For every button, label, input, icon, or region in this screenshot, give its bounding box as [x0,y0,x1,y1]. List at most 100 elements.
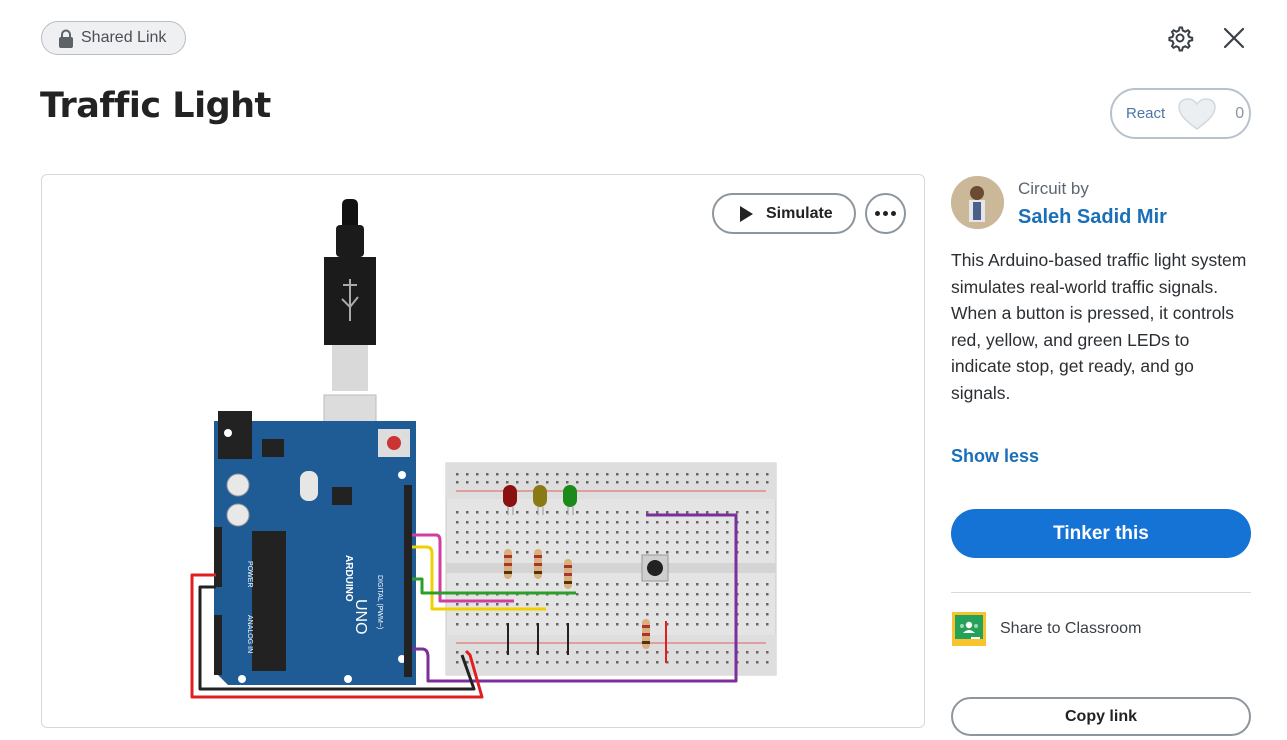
share-to-classroom-button[interactable]: Share to Classroom [951,611,1141,647]
breadboard-hole [686,661,689,664]
breadboard-hole [686,613,689,616]
breadboard-hole [476,551,479,554]
breadboard-hole [656,623,659,626]
breadboard-hole [646,603,649,606]
breadboard-hole [466,613,469,616]
breadboard-hole [456,603,459,606]
breadboard-hole [746,473,749,476]
breadboard-hole [616,651,619,654]
breadboard-hole [576,623,579,626]
breadboard-hole [496,623,499,626]
show-less-link[interactable]: Show less [951,446,1039,467]
breadboard-hole [646,583,649,586]
breadboard-hole [766,661,769,664]
breadboard-hole [636,651,639,654]
google-classroom-icon [952,612,986,646]
breadboard-hole [756,521,759,524]
breadboard-hole [686,651,689,654]
simulate-button[interactable]: Simulate [712,193,856,234]
breadboard-hole [606,531,609,534]
breadboard-hole [726,603,729,606]
breadboard-hole [676,511,679,514]
breadboard-hole [696,651,699,654]
copy-link-button[interactable]: Copy link [951,697,1251,736]
breadboard-hole [636,623,639,626]
react-button[interactable]: React 0 [1110,88,1251,139]
breadboard-hole [626,541,629,544]
breadboard-hole [666,473,669,476]
breadboard-hole [626,661,629,664]
breadboard-hole [586,661,589,664]
breadboard-hole [666,511,669,514]
breadboard-hole [676,481,679,484]
breadboard-hole [656,531,659,534]
breadboard-hole [556,511,559,514]
breadboard-hole [686,481,689,484]
breadboard-hole [666,603,669,606]
breadboard-hole [696,541,699,544]
breadboard-hole [696,521,699,524]
breadboard-hole [706,551,709,554]
heart-icon [1178,97,1216,130]
breadboard-hole [726,583,729,586]
breadboard-hole [716,593,719,596]
breadboard-hole [586,593,589,596]
breadboard-hole [496,481,499,484]
breadboard-hole [746,651,749,654]
breadboard-hole [546,551,549,554]
author-name-link[interactable]: Saleh Sadid Mir [1018,206,1167,229]
breadboard-hole [686,551,689,554]
breadboard-hole [526,603,529,606]
breadboard-hole [546,613,549,616]
breadboard-hole [546,541,549,544]
breadboard-hole [456,521,459,524]
breadboard-hole [756,651,759,654]
breadboard-hole [726,541,729,544]
breadboard-hole [586,651,589,654]
breadboard-hole [646,541,649,544]
breadboard-hole [496,661,499,664]
breadboard-hole [586,511,589,514]
breadboard-hole [746,613,749,616]
breadboard-hole [666,541,669,544]
breadboard-hole [696,613,699,616]
settings-gear-icon[interactable] [1166,24,1194,52]
uno-label: UNO [352,599,369,635]
more-options-button[interactable] [865,193,906,234]
breadboard-hole [586,623,589,626]
breadboard-hole [706,511,709,514]
close-icon[interactable] [1220,24,1248,52]
breadboard-hole [466,603,469,606]
breadboard-hole [456,623,459,626]
breadboard-hole [526,521,529,524]
breadboard-hole [486,511,489,514]
tinker-this-button[interactable]: Tinker this [951,509,1251,558]
breadboard-hole [616,481,619,484]
breadboard-hole [556,613,559,616]
breadboard-hole [506,613,509,616]
breadboard-hole [656,583,659,586]
breadboard-hole [646,551,649,554]
breadboard-hole [756,531,759,534]
breadboard-hole [656,661,659,664]
breadboard-hole [626,521,629,524]
breadboard-hole [656,481,659,484]
react-label: React [1126,105,1166,122]
breadboard-hole [746,603,749,606]
breadboard-hole [546,473,549,476]
breadboard-hole [756,593,759,596]
breadboard-hole [676,583,679,586]
breadboard-hole [686,511,689,514]
circuit-canvas[interactable]: ARDUINO UNO DIGITAL (PWM~) ANALOG IN POW… [41,174,925,728]
breadboard-hole [666,531,669,534]
breadboard-hole [586,603,589,606]
breadboard-hole [606,661,609,664]
breadboard-hole [596,613,599,616]
breadboard-hole [456,613,459,616]
breadboard-hole [746,511,749,514]
breadboard-hole [576,661,579,664]
breadboard-hole [546,603,549,606]
avatar[interactable] [951,176,1004,229]
breadboard-hole [566,603,569,606]
breadboard-hole [756,613,759,616]
